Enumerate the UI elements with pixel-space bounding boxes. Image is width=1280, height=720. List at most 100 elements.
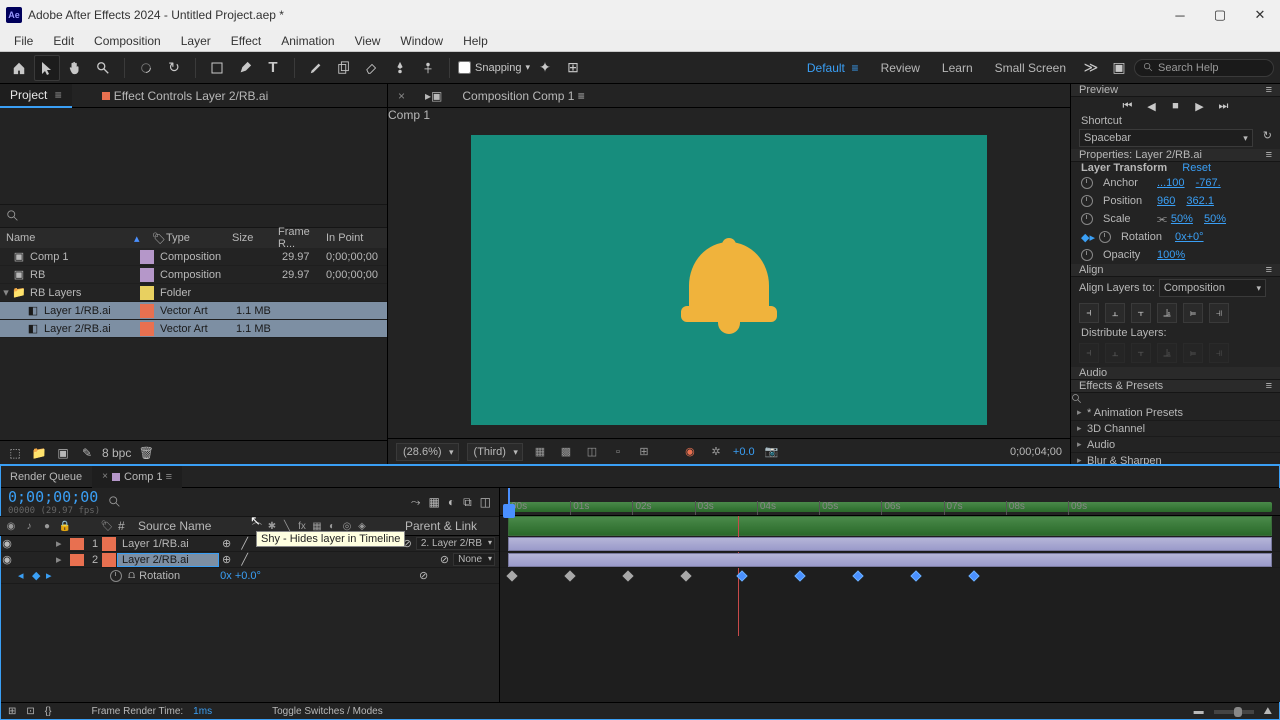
project-item[interactable]: ▾📁RB LayersFolder xyxy=(0,284,387,302)
property-row[interactable]: Position960 362.1 xyxy=(1071,192,1280,210)
snapping-checkbox[interactable] xyxy=(458,61,471,74)
playhead[interactable] xyxy=(508,488,510,515)
menu-window[interactable]: Window xyxy=(390,32,453,50)
timeline-layer[interactable]: ◉▸1Layer 1/RB.ai⊕ ╱⊘2. Layer 2/RB xyxy=(0,536,499,552)
frame-io-icon[interactable]: ▣ xyxy=(1106,55,1132,81)
reset-transform[interactable]: Reset xyxy=(1182,162,1211,174)
search-icon[interactable] xyxy=(6,209,20,223)
eye-col-icon[interactable]: ◉ xyxy=(4,519,18,533)
motion-blur-icon[interactable]: ◐ xyxy=(448,495,455,509)
solo-col-icon[interactable]: ● xyxy=(40,519,54,533)
rotation-keyframes[interactable] xyxy=(500,568,1280,584)
keyframe[interactable] xyxy=(968,570,979,581)
rotation-value[interactable]: 0x +0.0° xyxy=(220,570,261,582)
stop-button[interactable]: ■ xyxy=(1167,97,1185,115)
menu-layer[interactable]: Layer xyxy=(171,32,221,50)
next-key-icon[interactable]: ▸ xyxy=(46,569,60,582)
align-left-button[interactable]: ⫞ xyxy=(1079,303,1099,323)
time-ruler[interactable]: 00s01s02s03s04s05s06s07s08s09s xyxy=(500,488,1280,516)
menu-composition[interactable]: Composition xyxy=(84,32,171,50)
composition-viewer[interactable] xyxy=(388,122,1070,438)
timeline-layer[interactable]: ◉▸2Layer 2/RB.ai⊕ ╱⊘None xyxy=(0,552,499,568)
align-hcenter-button[interactable]: ⫠ xyxy=(1105,303,1125,323)
toggle-switches-button[interactable]: Toggle Switches / Modes xyxy=(272,706,383,717)
property-row[interactable]: Scale⫘50% 50% xyxy=(1071,210,1280,228)
menu-view[interactable]: View xyxy=(345,32,391,50)
keyframe[interactable] xyxy=(564,570,575,581)
menu-animation[interactable]: Animation xyxy=(271,32,344,50)
hand-tool[interactable] xyxy=(62,55,88,81)
interpret-icon[interactable]: ⬚ xyxy=(6,444,24,462)
brush-tool[interactable] xyxy=(303,55,329,81)
effect-category[interactable]: ▸* Animation Presets xyxy=(1071,405,1280,421)
menu-file[interactable]: File xyxy=(4,32,43,50)
align-bottom-button[interactable]: ⫣ xyxy=(1209,303,1229,323)
property-row[interactable]: ◆▸Rotation0x+0° xyxy=(1071,228,1280,246)
home-tool[interactable] xyxy=(6,55,32,81)
adjust-icon[interactable]: ✎ xyxy=(78,444,96,462)
stopwatch-icon[interactable] xyxy=(110,570,122,582)
clone-tool[interactable] xyxy=(331,55,357,81)
keyframe[interactable] xyxy=(680,570,691,581)
project-bpc[interactable]: 8 bpc xyxy=(102,446,131,460)
workspace-learn[interactable]: Learn xyxy=(942,61,973,75)
keyframe[interactable] xyxy=(910,570,921,581)
align-vcenter-button[interactable]: ⫢ xyxy=(1183,303,1203,323)
project-item[interactable]: ◧Layer 1/RB.aiVector Art1.1 MB xyxy=(0,302,387,320)
transparency-grid-icon[interactable]: ▩ xyxy=(557,443,575,461)
snap-option-icon[interactable]: ✦ xyxy=(532,55,558,81)
orbit-tool[interactable] xyxy=(133,55,159,81)
layer1-track[interactable] xyxy=(500,536,1280,552)
comp-duration[interactable]: 0;00;04;00 xyxy=(1010,446,1062,458)
project-item[interactable]: ▣RBComposition29.970;00;00;00 xyxy=(0,266,387,284)
keyframe[interactable] xyxy=(852,570,863,581)
keyframe[interactable] xyxy=(506,570,517,581)
graph-editor-icon[interactable]: ⧉ xyxy=(463,495,472,510)
tl-footer-icon2[interactable]: ⊡ xyxy=(26,706,34,717)
guides-icon[interactable]: ⊞ xyxy=(635,443,653,461)
timeline-comp-tab[interactable]: × Comp 1 ≡ xyxy=(92,466,182,488)
properties-panel-header[interactable]: Properties: Layer 2/RB.ai≡ xyxy=(1071,149,1280,162)
3d-icon[interactable]: ▫ xyxy=(609,443,627,461)
workspace-review[interactable]: Review xyxy=(881,61,920,75)
add-key-icon[interactable]: ◆ xyxy=(32,569,46,582)
rotate-tool[interactable]: ↻ xyxy=(161,55,187,81)
expression-pick-icon[interactable]: ⊘ xyxy=(419,569,499,582)
selection-tool[interactable] xyxy=(34,55,60,81)
lock-col-icon[interactable]: 🔒 xyxy=(58,519,72,533)
menu-effect[interactable]: Effect xyxy=(221,32,271,50)
mask-icon[interactable]: ◫ xyxy=(583,443,601,461)
minimize-button[interactable]: ─ xyxy=(1160,0,1200,30)
keyframe[interactable] xyxy=(794,570,805,581)
preview-panel-header[interactable]: Preview≡ xyxy=(1071,84,1280,97)
effect-category[interactable]: ▸Audio xyxy=(1071,437,1280,453)
workspace-default[interactable]: Default ≡ xyxy=(807,61,859,75)
align-panel-header[interactable]: Align≡ xyxy=(1071,264,1280,277)
speaker-col-icon[interactable]: ♪ xyxy=(22,519,36,533)
prev-key-icon[interactable]: ◂ xyxy=(18,569,32,582)
project-item[interactable]: ◧Layer 2/RB.aiVector Art1.1 MB xyxy=(0,320,387,338)
last-frame-button[interactable]: ⏭ xyxy=(1215,97,1233,115)
property-row[interactable]: Anchor...100 -767. xyxy=(1071,174,1280,192)
close-button[interactable]: ✕ xyxy=(1240,0,1280,30)
workspace-more-icon[interactable]: ≫ xyxy=(1078,55,1104,81)
channel-icon[interactable]: ◉ xyxy=(681,443,699,461)
graph-icon[interactable]: ⩍ xyxy=(128,569,135,582)
first-frame-button[interactable]: ⏮ xyxy=(1119,97,1137,115)
layer2-track[interactable] xyxy=(500,552,1280,568)
zoom-in-icon[interactable]: ⛰ xyxy=(1264,706,1272,717)
keyframe[interactable] xyxy=(622,570,633,581)
zoom-out-icon[interactable]: ▬ xyxy=(1194,706,1204,717)
eraser-tool[interactable] xyxy=(359,55,385,81)
audio-panel-header[interactable]: Audio xyxy=(1071,367,1280,380)
shy-toggle-icon[interactable]: ⤳ xyxy=(411,495,421,510)
align-to-dropdown[interactable]: Composition xyxy=(1159,279,1266,297)
puppet-tool[interactable] xyxy=(415,55,441,81)
draft3d-icon[interactable]: ◫ xyxy=(480,495,491,509)
text-tool[interactable]: T xyxy=(260,55,286,81)
project-tab[interactable]: Project ≡ xyxy=(0,84,72,108)
current-time[interactable]: 0;00;00;00 xyxy=(8,488,100,506)
menu-help[interactable]: Help xyxy=(453,32,498,50)
tl-footer-icon1[interactable]: ⊞ xyxy=(8,706,16,717)
exposure-value[interactable]: +0.0 xyxy=(733,446,755,458)
